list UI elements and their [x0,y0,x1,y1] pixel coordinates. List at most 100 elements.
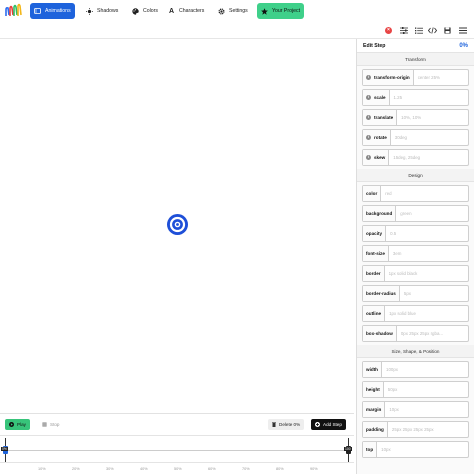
field-rotate[interactable]: i rotate 30deg [362,129,469,146]
transform-origin-input[interactable]: center 25% [414,75,468,80]
nav-label: Your Project [272,8,301,14]
close-icon[interactable]: × [384,26,393,35]
info-icon[interactable]: i [366,75,371,80]
app-logo-icon[interactable] [5,3,23,19]
step-percent: 0% [459,42,468,49]
transform-rows: i transform-origin center 25% i scale 1.25 i… [357,69,474,166]
translate-input[interactable]: 10%, 10% [397,115,468,120]
canvas-toolbar: × [0,22,474,39]
field-opacity[interactable]: opacity 0.5 [362,225,469,242]
edit-step-panel: Edit Step 0% Transform i transform-origin… [356,39,474,474]
top-input[interactable]: 10px [377,447,468,452]
field-background[interactable]: background green [362,205,469,222]
field-transform-origin[interactable]: i transform-origin center 25% [362,69,469,86]
stop-icon [42,422,47,427]
color-input[interactable]: red [381,191,468,196]
nav-your-project[interactable]: Your Project [257,3,305,19]
film-icon [34,8,41,15]
top-nav: Animations Shadows Colors A Characters S… [0,0,474,22]
palette-icon [132,7,139,15]
panel-header: Edit Step 0% [357,39,474,53]
info-icon[interactable]: i [366,95,371,100]
timeline-track[interactable]: 0% 100 [0,435,354,463]
field-height[interactable]: height 50px [362,381,469,398]
tick-label: 60% [208,467,216,471]
tick-label: 20% [72,467,80,471]
menu-icon[interactable] [458,26,467,35]
field-padding[interactable]: padding 25px 25px 25px 25px [362,421,469,438]
nav-label: Characters [179,8,205,14]
background-input[interactable]: green [396,211,468,216]
nav-animations[interactable]: Animations [30,3,75,19]
target-element-icon[interactable] [166,213,189,236]
field-width[interactable]: width 100px [362,361,469,378]
nav-characters[interactable]: A Characters [164,3,208,19]
list-icon[interactable] [414,26,423,35]
info-icon[interactable]: i [366,155,371,160]
design-rows: color red background green opacity 0.5 font… [357,185,474,342]
border-input[interactable]: 1px solid black [385,271,468,276]
info-icon[interactable]: i [366,115,371,120]
font-size-input[interactable]: 3em [389,251,468,256]
track-line [8,450,348,451]
scale-input[interactable]: 1.25 [390,95,469,100]
size-rows: width 100px height 50px margin 10px padding… [357,361,474,458]
nav-settings[interactable]: Settings [214,3,252,19]
tick-label: 10% [38,467,46,471]
border-radius-input[interactable]: 5px [400,291,468,296]
section-design: Design [357,169,474,182]
field-skew[interactable]: i skew 15deg, 25deg [362,149,469,166]
timeline: Play Stop Delete 0% Add Step 0% 100 10% [0,413,354,474]
rotate-input[interactable]: 30deg [391,135,468,140]
nav-label: Settings [229,8,248,14]
width-input[interactable]: 100px [382,367,468,372]
nav-colors[interactable]: Colors [128,3,162,19]
field-font-size[interactable]: font-size 3em [362,245,469,262]
save-icon[interactable] [443,26,452,35]
skew-input[interactable]: 15deg, 25deg [389,155,468,160]
nav-shadows[interactable]: Shadows [82,3,122,19]
margin-input[interactable]: 10px [385,407,468,412]
tick-label: 80% [276,467,284,471]
panel-title: Edit Step [363,42,386,49]
outline-input[interactable]: 1px solid blue [385,311,468,316]
sun-icon [86,7,93,15]
nav-label: Animations [45,8,71,14]
sliders-icon[interactable] [399,26,408,35]
start-step-label: 0% [1,447,8,451]
stop-button[interactable]: Stop [38,419,63,430]
nav-label: Colors [143,8,158,14]
field-scale[interactable]: i scale 1.25 [362,89,469,106]
delete-step-button[interactable]: Delete 0% [268,419,305,430]
opacity-input[interactable]: 0.5 [386,231,468,236]
field-color[interactable]: color red [362,185,469,202]
tick-label: 70% [242,467,250,471]
field-border-radius[interactable]: border-radius 5px [362,285,469,302]
field-box-shadow[interactable]: box-shadow 0px 25px 25px rgba... [362,325,469,342]
add-step-button[interactable]: Add Step [311,419,346,430]
gear-icon [218,8,225,15]
padding-input[interactable]: 25px 25px 25px 25px [388,427,468,432]
play-button[interactable]: Play [5,419,30,430]
tick-label: 50% [174,467,182,471]
info-icon[interactable]: i [366,135,371,140]
play-icon [9,422,14,427]
tick-label: 30% [106,467,114,471]
plus-icon [315,422,320,427]
height-input[interactable]: 50px [384,387,468,392]
nav-label: Shadows [97,8,119,14]
field-margin[interactable]: margin 10px [362,401,469,418]
field-outline[interactable]: outline 1px solid blue [362,305,469,322]
field-top[interactable]: top 10px [362,441,469,458]
code-icon[interactable] [428,26,437,35]
end-step-label: 100 [344,447,352,451]
letter-a-icon: A [168,7,175,15]
section-size-shape-position: Size, Shape, & Position [357,345,474,358]
section-transform: Transform [357,53,474,66]
tick-label: 90% [310,467,318,471]
field-border[interactable]: border 1px solid black [362,265,469,282]
star-icon [261,7,268,15]
box-shadow-input[interactable]: 0px 25px 25px rgba... [397,331,468,336]
tick-label: 40% [140,467,148,471]
field-translate[interactable]: i translate 10%, 10% [362,109,469,126]
